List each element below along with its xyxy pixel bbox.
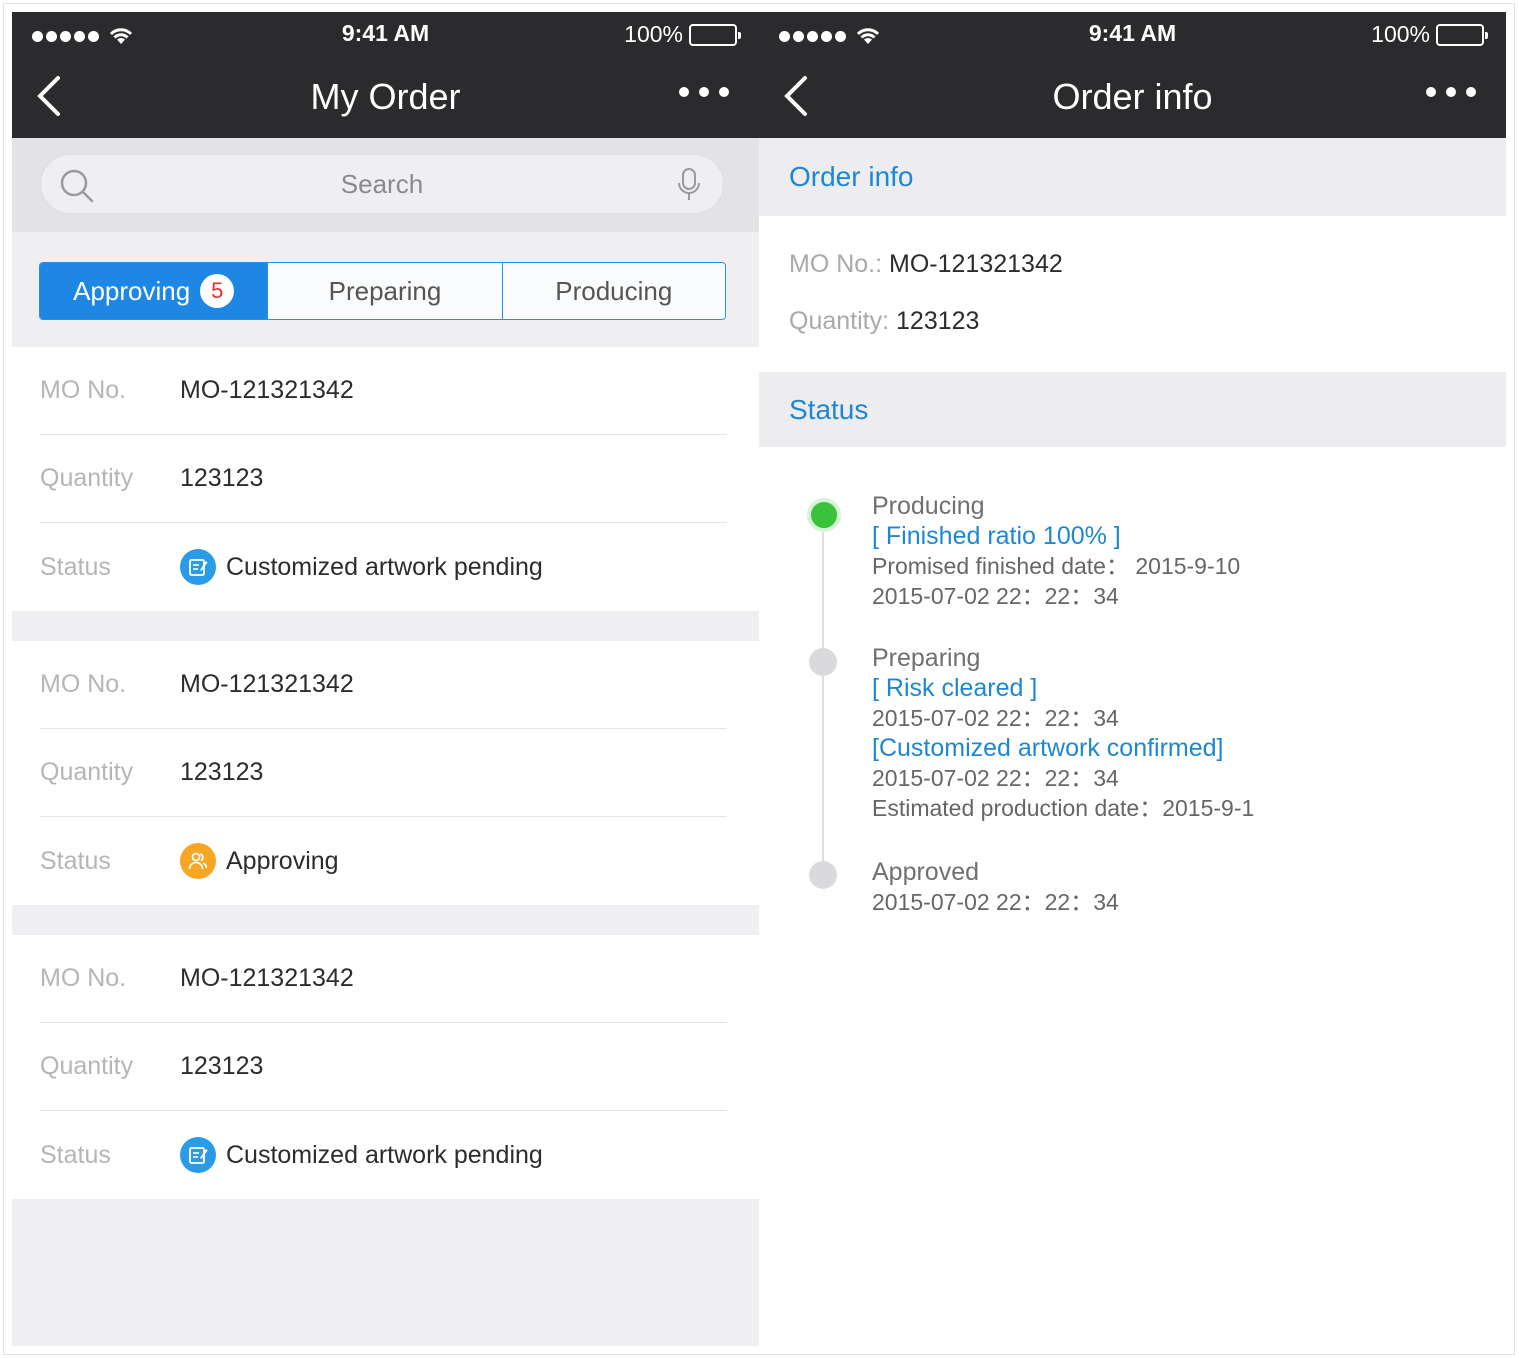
- battery-status: 100%: [1371, 21, 1488, 48]
- microphone-icon[interactable]: [677, 167, 701, 203]
- timeline-highlight: [Customized artwork confirmed]: [872, 734, 1224, 762]
- timeline-entry-approved: Approved 2015-07-02 22：22：34: [872, 857, 1119, 917]
- quantity-value: 123123: [896, 307, 980, 335]
- status-label: Status: [40, 552, 111, 581]
- status-value: Customized artwork pending: [226, 552, 543, 581]
- status-row: Status Customized artwork pending: [40, 523, 727, 611]
- mo-value: MO-121321342: [889, 250, 1063, 278]
- mo-row: MO No. MO-121321342: [40, 347, 727, 435]
- timeline-stage: Approved: [872, 858, 980, 886]
- mo-label: MO No.: [40, 670, 127, 698]
- battery-status: 100%: [624, 21, 741, 48]
- users-icon: [180, 843, 216, 879]
- status-label: Status: [40, 1140, 111, 1169]
- quantity-row: Quantity 123123: [40, 1023, 727, 1111]
- mo-row: MO No.: MO-121321342: [789, 250, 1063, 279]
- tabs-area: Approving 5 Preparing Producing: [12, 232, 759, 347]
- mo-row: MO No. MO-121321342: [40, 935, 727, 1023]
- my-order-screen: 9:41 AM 100% My Order Approving 5 Prepar…: [12, 12, 759, 1346]
- quantity-value: 123123: [180, 464, 264, 492]
- tab-label: Producing: [555, 275, 673, 306]
- mo-value: MO-121321342: [180, 376, 354, 404]
- timeline-stage: Producing: [872, 492, 985, 520]
- more-menu-icon[interactable]: [1426, 87, 1476, 97]
- search-bar-area: [12, 138, 759, 232]
- order-card[interactable]: MO No. MO-121321342 Quantity 123123 Stat…: [12, 935, 759, 1199]
- tab-label: Preparing: [328, 275, 442, 306]
- timeline-timestamp: 2015-07-02 22：22：34: [872, 583, 1119, 609]
- more-menu-icon[interactable]: [679, 87, 729, 97]
- mo-label: MO No.:: [789, 250, 883, 278]
- quantity-row: Quantity 123123: [40, 729, 727, 817]
- battery-percent: 100%: [1371, 21, 1430, 47]
- timeline-stage: Preparing: [872, 644, 981, 672]
- status-section-header: Status: [759, 372, 1506, 447]
- timeline-detail: Estimated production date：2015-9-1: [872, 795, 1255, 821]
- mo-label: MO No.: [40, 376, 127, 404]
- mo-label: MO No.: [40, 964, 127, 992]
- page-title: Order info: [1052, 76, 1213, 117]
- timeline-highlight: [ Risk cleared ]: [872, 674, 1038, 702]
- quantity-label: Quantity: [40, 1052, 134, 1080]
- status-value: Approving: [226, 846, 339, 875]
- order-card[interactable]: MO No. MO-121321342 Quantity 123123 Stat…: [12, 641, 759, 905]
- timeline-timestamp: 2015-07-02 22：22：34: [872, 889, 1119, 915]
- timeline-detail: Promised finished date： 2015-9-10: [872, 553, 1241, 579]
- timeline-timestamp: 2015-07-02 22：22：34: [872, 765, 1119, 791]
- tab-preparing[interactable]: Preparing: [268, 263, 503, 319]
- quantity-value: 123123: [180, 1052, 264, 1080]
- status-row: Status Customized artwork pending: [40, 1111, 727, 1199]
- quantity-row: Quantity: 123123: [789, 307, 979, 336]
- battery-icon: [689, 23, 741, 46]
- search-input[interactable]: [111, 155, 653, 213]
- edit-icon: [180, 1137, 216, 1173]
- timeline-dot: [809, 648, 837, 676]
- status-row: Status Approving: [40, 817, 727, 905]
- order-info-screen: 9:41 AM 100% Order info Order info MO No…: [759, 12, 1506, 1346]
- edit-icon: [180, 549, 216, 585]
- quantity-label: Quantity: [40, 464, 134, 492]
- battery-icon: [1436, 23, 1488, 46]
- mo-value: MO-121321342: [180, 670, 354, 698]
- count-badge: 5: [200, 274, 235, 308]
- timeline-entry-preparing: Preparing [ Risk cleared ] 2015-07-02 22…: [872, 643, 1254, 823]
- tab-label: Approving: [73, 275, 191, 306]
- timeline-highlight: [ Finished ratio 100% ]: [872, 522, 1121, 550]
- mo-value: MO-121321342: [180, 964, 354, 992]
- quantity-row: Quantity 123123: [40, 435, 727, 523]
- quantity-label: Quantity:: [789, 307, 890, 335]
- timeline-timestamp: 2015-07-02 22：22：34: [872, 705, 1119, 731]
- search-box[interactable]: [40, 154, 724, 214]
- page-title: My Order: [310, 76, 461, 117]
- top-bar: 9:41 AM 100% My Order: [12, 12, 759, 138]
- timeline-dot-active: [807, 498, 841, 532]
- top-bar: 9:41 AM 100% Order info: [759, 12, 1506, 138]
- timeline-dot: [809, 861, 837, 889]
- status-label: Status: [40, 846, 111, 875]
- segmented-tabs: Approving 5 Preparing Producing: [39, 262, 726, 320]
- timeline-line: [822, 517, 824, 887]
- tab-producing[interactable]: Producing: [502, 263, 725, 319]
- mo-row: MO No. MO-121321342: [40, 641, 727, 729]
- timeline-entry-producing: Producing [ Finished ratio 100% ] Promis…: [872, 491, 1240, 611]
- quantity-value: 123123: [180, 758, 264, 786]
- order-card[interactable]: MO No. MO-121321342 Quantity 123123 Stat…: [12, 347, 759, 611]
- search-icon: [60, 169, 94, 203]
- battery-percent: 100%: [624, 21, 683, 47]
- status-value: Customized artwork pending: [226, 1140, 543, 1169]
- order-info-section-header: Order info: [759, 138, 1506, 216]
- tab-approving[interactable]: Approving 5: [40, 263, 269, 319]
- quantity-label: Quantity: [40, 758, 134, 786]
